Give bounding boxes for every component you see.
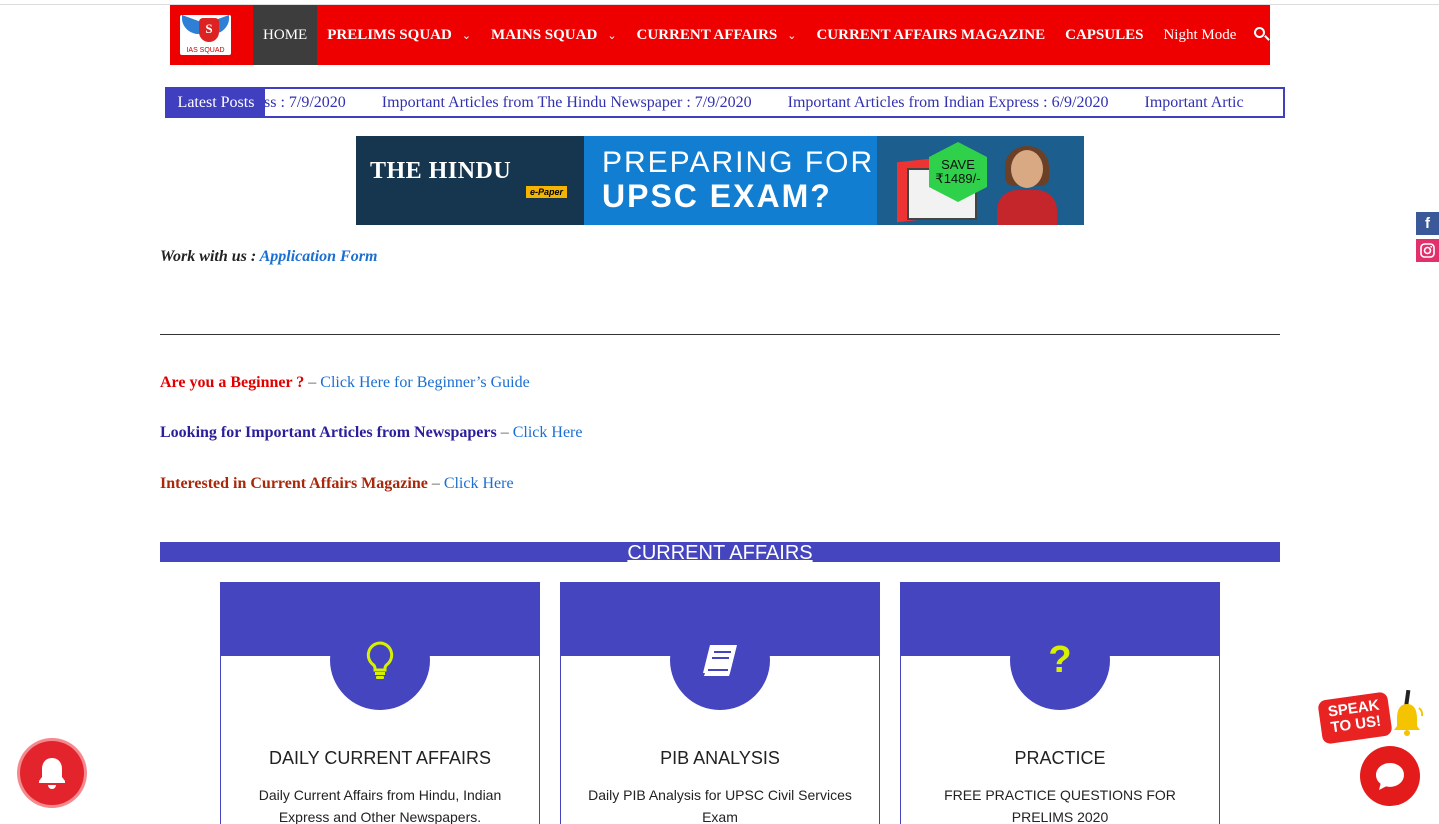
beginner-guide-link[interactable]: Click Here for Beginner’s Guide [320, 374, 529, 391]
book-icon [670, 610, 770, 710]
card-title: DAILY CURRENT AFFAIRS [268, 748, 492, 768]
ticker-item[interactable]: Important Articles from Indian Express :… [788, 94, 1109, 111]
save-amount: ₹1489/- [935, 171, 981, 186]
nav-item-home[interactable]: HOME [253, 5, 318, 65]
card-title: PIB ANALYSIS [660, 748, 780, 768]
search-icon[interactable] [1252, 25, 1271, 45]
beginner-guide-row: Are you a Beginner ? – Click Here for Be… [160, 374, 530, 392]
lightbulb-icon [330, 610, 430, 710]
work-prefix: Work with us : [160, 248, 257, 265]
nav-item-capsules[interactable]: CAPSULES [1055, 5, 1153, 65]
card-description: FREE PRACTICE QUESTIONS FOR PRELIMS 2020 [944, 787, 1176, 824]
nav-label: CURRENT AFFAIRS [636, 26, 778, 43]
logo-text: IAS SQUAD [186, 47, 225, 54]
banner-line-1: PREPARING FOR [602, 146, 875, 179]
ticker-track: ss : 7/9/2020 Important Articles from Th… [170, 89, 1276, 116]
divider [160, 334, 1280, 335]
section-title[interactable]: CURRENT AFFAIRS [627, 542, 812, 564]
row-question: Are you a Beginner ? [160, 374, 305, 391]
nav-item-prelims-squad[interactable]: PRELIMS SQUAD ⌄ [317, 5, 481, 65]
nav-label: MAINS SQUAD [491, 26, 598, 43]
work-with-us: Work with us : Application Form [160, 248, 377, 266]
application-form-link[interactable]: Application Form [260, 248, 378, 265]
chevron-down-icon: ⌄ [607, 29, 617, 42]
nav-item-mains-squad[interactable]: MAINS SQUAD ⌄ [481, 5, 626, 65]
banner-brand-panel: THE HINDU e-Paper [356, 136, 584, 225]
facebook-icon[interactable]: f [1416, 212, 1439, 235]
ringing-bell-icon [1394, 690, 1424, 736]
nav-label: HOME [263, 26, 308, 43]
speak-to-us-button[interactable]: SPEAK TO US! [1317, 690, 1426, 745]
banner-brand: THE HINDU [370, 158, 512, 184]
advertisement-banner[interactable]: THE HINDU e-Paper PREPARING FOR UPSC EXA… [356, 136, 1084, 225]
newspaper-articles-row: Looking for Important Articles from News… [160, 424, 582, 442]
nav-item-current-affairs[interactable]: CURRENT AFFAIRS ⌄ [627, 5, 807, 65]
nav-item-night-mode[interactable]: Night Mode [1153, 5, 1246, 65]
banner-line-2: UPSC EXAM? [602, 178, 832, 214]
magazine-row: Interested in Current Affairs Magazine –… [160, 475, 514, 493]
nav-label: PRELIMS SQUAD [327, 26, 452, 43]
main-navigation: S IAS SQUAD HOME PRELIMS SQUAD ⌄ MAINS SQ… [170, 5, 1271, 65]
row-separator: – [500, 424, 513, 441]
ticker-label: Latest Posts [167, 89, 265, 116]
latest-posts-ticker: Latest Posts ss : 7/9/2020 Important Art… [165, 87, 1285, 118]
speak-text: SPEAK TO US! [1317, 691, 1393, 745]
person-image [997, 146, 1057, 225]
site-logo[interactable]: S IAS SQUAD [180, 15, 232, 55]
row-separator: – [308, 374, 321, 391]
nav-label: CAPSULES [1065, 26, 1144, 43]
row-question: Interested in Current Affairs Magazine [160, 475, 428, 492]
instagram-icon[interactable] [1416, 239, 1439, 262]
chevron-down-icon: ⌄ [787, 29, 797, 42]
save-label: SAVE [941, 157, 975, 172]
ticker-item[interactable]: Important Artic [1144, 94, 1243, 111]
newspaper-articles-link[interactable]: Click Here [513, 424, 583, 441]
card-title: PRACTICE [1014, 748, 1106, 768]
question-icon: ? [1010, 610, 1110, 710]
card-description: Daily Current Affairs from Hindu, Indian… [258, 787, 502, 824]
section-header: CURRENT AFFAIRS [160, 542, 1280, 564]
card-pib-analysis[interactable]: PIB ANALYSIS Daily PIB Analysis for UPSC… [560, 582, 880, 824]
row-question: Looking for Important Articles from News… [160, 424, 497, 441]
logo-badge: S [199, 18, 219, 42]
chat-icon[interactable] [1360, 746, 1420, 806]
card-description: Daily PIB Analysis for UPSC Civil Servic… [588, 787, 852, 824]
card-daily-current-affairs[interactable]: DAILY CURRENT AFFAIRS Daily Current Affa… [220, 582, 540, 824]
magazine-link[interactable]: Click Here [444, 475, 514, 492]
row-separator: – [431, 475, 444, 492]
nav-label: Night Mode [1163, 26, 1237, 43]
banner-headline-panel: PREPARING FOR UPSC EXAM? [584, 136, 877, 225]
banner-image-panel: SAVE ₹1489/- [877, 136, 1084, 225]
banner-brand-sub: e-Paper [526, 186, 568, 198]
card-practice[interactable]: ? PRACTICE FREE PRACTICE QUESTIONS FOR P… [900, 582, 1220, 824]
ticker-item[interactable]: ss : 7/9/2020 [264, 94, 346, 111]
nav-label: CURRENT AFFAIRS MAGAZINE [816, 26, 1046, 43]
chevron-down-icon: ⌄ [461, 29, 472, 42]
nav-item-current-affairs-magazine[interactable]: CURRENT AFFAIRS MAGAZINE [806, 5, 1055, 65]
notification-bell-icon[interactable] [20, 741, 84, 805]
ticker-item[interactable]: Important Articles from The Hindu Newspa… [382, 94, 752, 111]
